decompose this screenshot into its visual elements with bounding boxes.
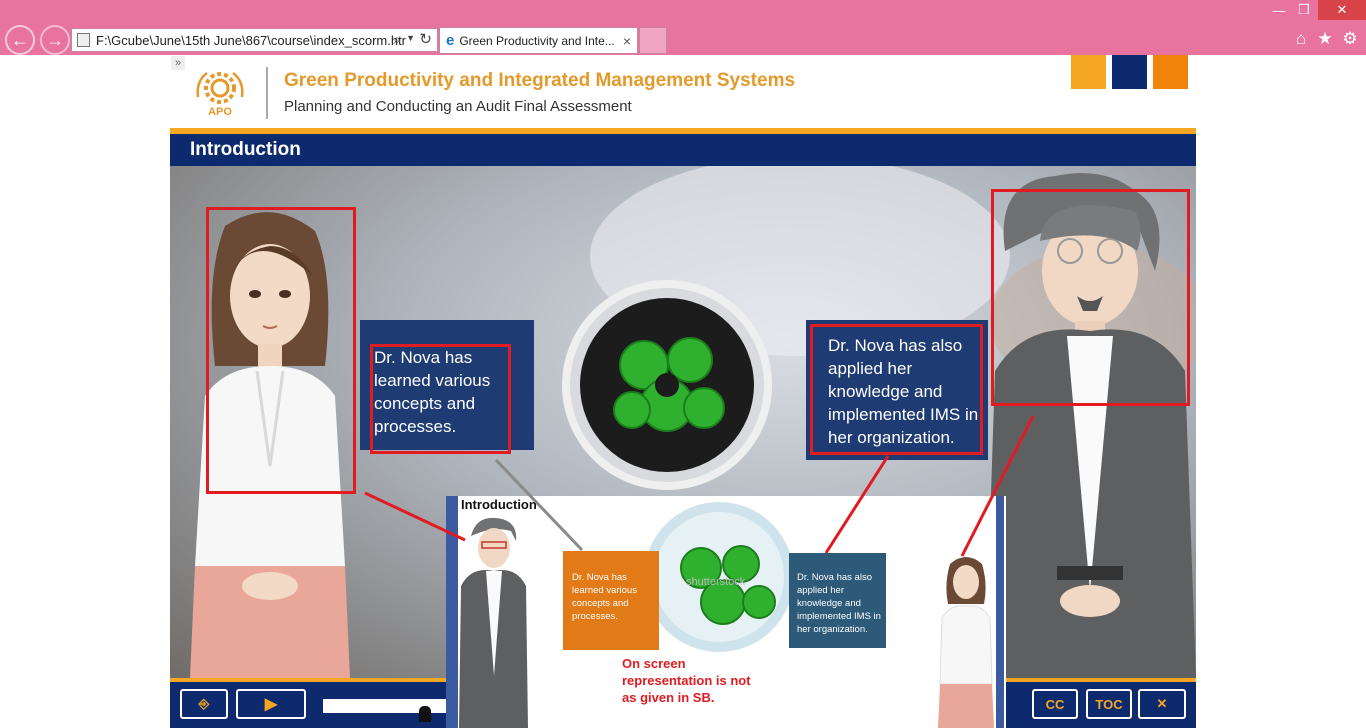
course-subtitle: Planning and Conducting an Audit Final A…	[284, 98, 632, 115]
progress-handle[interactable]	[419, 706, 431, 722]
ref-caption-left: Dr. Nova has learned various concepts an…	[563, 551, 659, 650]
browser-tab[interactable]: e Green Productivity and Inte... ×	[439, 27, 638, 54]
new-tab-button[interactable]	[639, 27, 667, 54]
tab-close-icon[interactable]: ×	[623, 33, 631, 49]
puzzle-gears-icon	[613, 337, 725, 432]
logo-text: APO	[208, 106, 232, 117]
address-text: F:\Gcube\June\15th June\867\course\index…	[96, 32, 407, 48]
ref-title: Introduction	[461, 497, 537, 512]
apo-logo-icon: APO	[196, 71, 244, 117]
course-title: Green Productivity and Integrated Manage…	[284, 70, 796, 91]
dropdown-icon[interactable]: ▼	[406, 33, 415, 43]
ie-icon: e	[446, 32, 455, 49]
expand-icon[interactable]: »	[171, 56, 185, 70]
toc-button[interactable]: TOC	[1086, 689, 1132, 719]
ref-female-character	[938, 557, 994, 728]
header-square-navy	[1112, 55, 1147, 89]
exit-button[interactable]: ⎆	[180, 689, 228, 719]
close-window-icon[interactable]: ✕	[1318, 0, 1366, 20]
ref-caption-right: Dr. Nova has also applied her knowledge …	[789, 553, 886, 648]
header-square-dark-orange	[1153, 55, 1188, 89]
address-bar[interactable]: F:\Gcube\June\15th June\867\course\index…	[71, 28, 438, 52]
back-button[interactable]: ←	[5, 25, 35, 55]
tab-label: Green Productivity and Inte...	[459, 33, 615, 48]
section-title: Introduction	[170, 134, 1196, 166]
forward-button[interactable]: →	[40, 25, 70, 55]
close-course-button[interactable]: ✕	[1138, 689, 1186, 719]
favorites-icon[interactable]: ★	[1314, 28, 1336, 50]
header-square-orange	[1071, 55, 1106, 89]
gear-icon[interactable]: ⚙	[1339, 28, 1361, 50]
restore-icon[interactable]: ❐	[1292, 0, 1316, 20]
ref-right-edge	[996, 496, 1004, 728]
play-button[interactable]: ▶	[236, 689, 306, 719]
minimize-icon[interactable]: —	[1268, 0, 1290, 20]
refresh-icon[interactable]: ↻	[419, 30, 432, 48]
gear-ring	[562, 280, 772, 490]
header-divider	[266, 67, 268, 119]
search-icon[interactable]: ⌕	[393, 31, 401, 48]
page-icon	[77, 33, 90, 47]
annotation-box-male	[991, 189, 1190, 406]
home-icon[interactable]: ⌂	[1290, 28, 1312, 50]
review-note: On screen representation is not as given…	[622, 656, 751, 705]
ref-watermark: shutterstock	[686, 576, 746, 588]
annotation-box-female	[206, 207, 356, 494]
ref-male-character	[459, 517, 528, 728]
annotation-box-left-caption	[370, 344, 511, 454]
cc-button[interactable]: CC	[1032, 689, 1078, 719]
annotation-box-right-caption	[810, 324, 983, 455]
